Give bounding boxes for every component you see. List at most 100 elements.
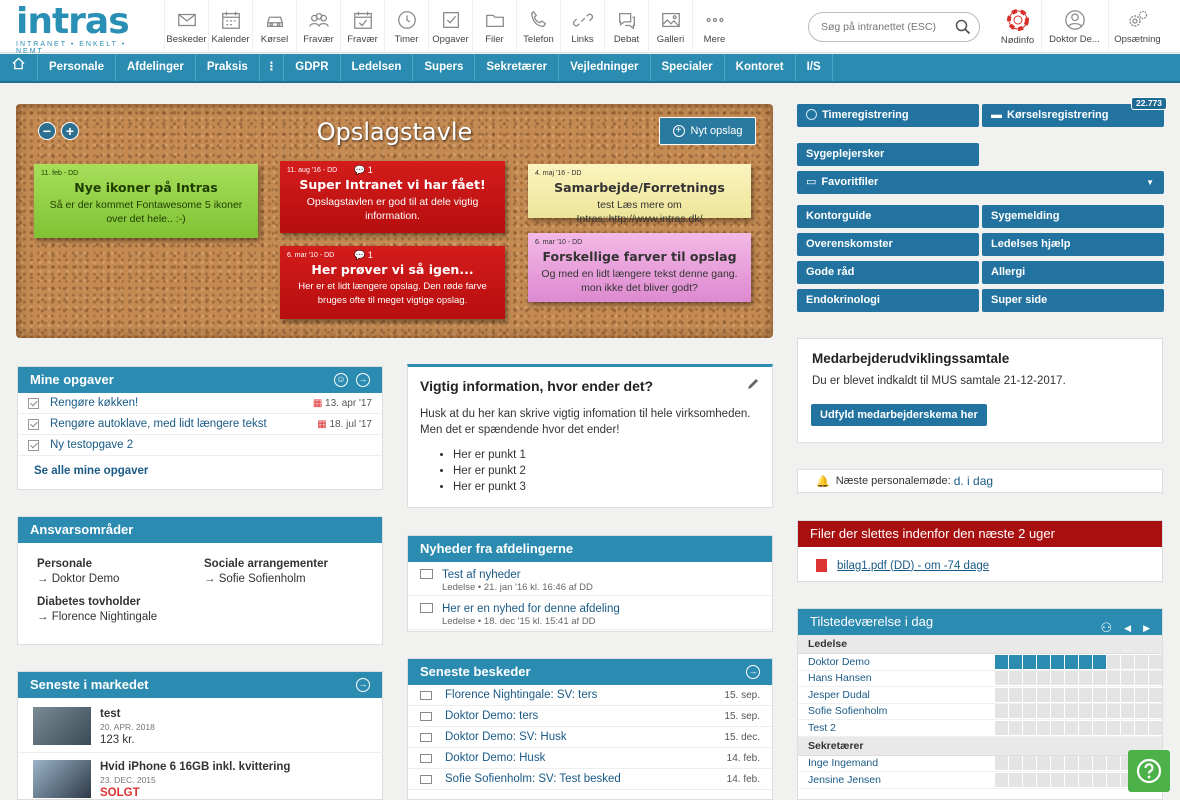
board-note[interactable]: 6. mar '10 - DD 💬 1 Her prøver vi så ige… bbox=[280, 246, 505, 319]
logo-word: intras bbox=[16, 1, 130, 42]
favorite-files-button[interactable]: ▭ Favoritfiler ▼ bbox=[797, 171, 1164, 194]
menu-item[interactable]: Ledelsen bbox=[341, 54, 414, 81]
search-input[interactable] bbox=[821, 21, 956, 33]
menu-more-button[interactable]: ⋮ bbox=[260, 54, 285, 81]
topnav-filer-button[interactable]: Filer bbox=[472, 0, 516, 53]
chevron-down-icon: ▼ bbox=[1146, 178, 1154, 187]
topnav-opgaver-button[interactable]: Opgaver bbox=[428, 0, 472, 53]
news-item[interactable]: Test af nyheder Ledelse • 21. jan '16 kl.… bbox=[408, 562, 772, 596]
chevron-right-icon[interactable]: ▶ bbox=[1143, 615, 1150, 641]
market-item[interactable]: test 20. APR. 2018 123 kr. bbox=[100, 708, 155, 747]
users-icon[interactable]: ⚇ bbox=[1101, 615, 1113, 641]
pencil-icon[interactable] bbox=[746, 377, 760, 391]
quick-link-tile[interactable]: Gode råd bbox=[797, 261, 979, 284]
chevron-left-icon[interactable]: ◀ bbox=[1124, 615, 1131, 641]
board-note[interactable]: 4. maj '16 - DD Samarbejde/Forretnings t… bbox=[528, 164, 751, 225]
emergency-label: Nødinfo bbox=[1000, 34, 1035, 46]
plus-circle-icon: + bbox=[672, 125, 685, 137]
intras-logo[interactable]: intras INTRANET • ENKELT • NEMT bbox=[16, 1, 151, 56]
presence-row[interactable]: Sofie Sofienholm bbox=[798, 704, 1162, 720]
presence-group-header: Sekretærer bbox=[798, 736, 1162, 756]
board-note[interactable]: 11. aug '16 - DD 💬 1 Super Intranet vi h… bbox=[280, 161, 505, 233]
quick-link-tile[interactable]: Ledelses hjælp bbox=[982, 233, 1164, 256]
emergency-info-button[interactable]: Nødinfo bbox=[995, 0, 1040, 53]
board-note[interactable]: 6. mar '10 - DD Forskellige farver til o… bbox=[528, 233, 751, 302]
board-note[interactable]: 11. feb - DD Nye ikoner på Intras Så er … bbox=[34, 164, 258, 238]
market-item-image[interactable] bbox=[33, 707, 91, 745]
menu-item[interactable]: Personale bbox=[38, 54, 116, 81]
topnav-debat-button[interactable]: Debat bbox=[604, 0, 648, 53]
presence-row[interactable]: Inge Ingemand bbox=[798, 756, 1162, 772]
quick-link-tile[interactable]: Allergi bbox=[982, 261, 1164, 284]
task-row[interactable]: Ny testopgave 2 bbox=[18, 435, 382, 456]
message-row[interactable]: Doktor Demo: Husk 14. feb. bbox=[408, 748, 772, 769]
arrow-right-circle-icon[interactable]: → bbox=[356, 373, 370, 387]
file-row[interactable]: bilag1.pdf (DD) - om -74 dage bbox=[816, 559, 989, 572]
quick-link-tile[interactable]: Overenskomster bbox=[797, 233, 979, 256]
note-comment-count: 💬 1 bbox=[354, 250, 373, 260]
topnav-links-button[interactable]: Links bbox=[560, 0, 604, 53]
message-row[interactable]: Doktor Demo: ters 15. sep. bbox=[408, 706, 772, 727]
presence-row[interactable]: Doktor Demo bbox=[798, 654, 1162, 671]
note-comment-count: 💬 1 bbox=[354, 165, 373, 175]
search-box[interactable] bbox=[808, 12, 980, 42]
help-button[interactable] bbox=[1128, 750, 1170, 792]
nurses-button[interactable]: Sygeplejersker bbox=[797, 143, 979, 166]
presence-row[interactable]: Jensine Jensen bbox=[798, 772, 1162, 789]
topnav-fravær-button[interactable]: Fravær bbox=[340, 0, 384, 53]
topnav-label: Kalender bbox=[211, 33, 250, 45]
news-item[interactable]: Her er en nyhed for denne afdeling Ledels… bbox=[408, 596, 772, 630]
quick-link-tile[interactable]: Sygemelding bbox=[982, 205, 1164, 228]
topnav-timer-button[interactable]: Timer bbox=[384, 0, 428, 53]
note-text: Og med en lidt længere tekst denne gang.… bbox=[541, 268, 738, 294]
message-row[interactable]: Florence Nightingale: SV: ters 15. sep. bbox=[408, 685, 772, 706]
market-item[interactable]: Hvid iPhone 6 16GB inkl. kvittering 23. D… bbox=[100, 761, 290, 800]
arrow-right-circle-icon[interactable]: → bbox=[746, 665, 760, 679]
topnav-mere-button[interactable]: Mere bbox=[692, 0, 736, 53]
topnav-kørsel-button[interactable]: Kørsel bbox=[252, 0, 296, 53]
time-registration-button[interactable]: Timeregistrering bbox=[797, 104, 979, 127]
info-bullet: Her er punkt 1 bbox=[453, 447, 772, 463]
quick-link-tile[interactable]: Endokrinologi bbox=[797, 289, 979, 312]
presence-row[interactable]: Test 2 bbox=[798, 720, 1162, 737]
presence-row[interactable]: Jesper Dudal bbox=[798, 687, 1162, 704]
checkbox-icon[interactable] bbox=[28, 439, 39, 451]
user-circle-icon[interactable]: ☺ bbox=[334, 373, 348, 387]
user-menu-button[interactable]: Doktor De... bbox=[1041, 0, 1107, 53]
menu-item[interactable]: Vejledninger bbox=[559, 54, 651, 81]
menu-item[interactable]: Kontoret bbox=[725, 54, 796, 81]
menu-item[interactable]: Supers bbox=[413, 54, 476, 81]
search-icon[interactable] bbox=[955, 19, 971, 35]
home-button[interactable] bbox=[0, 54, 38, 81]
topnav-kalender-button[interactable]: Kalender bbox=[208, 0, 252, 53]
topnav-fravær-button[interactable]: Fravær bbox=[296, 0, 340, 53]
task-row[interactable]: Rengøre autoklave, med lidt længere teks… bbox=[18, 414, 382, 435]
quick-link-tile[interactable]: Super side bbox=[982, 289, 1164, 312]
checkbox-icon[interactable] bbox=[28, 418, 39, 430]
market-item-image[interactable] bbox=[33, 760, 91, 798]
menu-item[interactable]: Sekretærer bbox=[475, 54, 560, 81]
settings-button[interactable]: Opsætning bbox=[1108, 0, 1166, 53]
topnav-label: Kørsel bbox=[260, 33, 289, 45]
menu-item[interactable]: Specialer bbox=[651, 54, 725, 81]
drive-registration-button[interactable]: ▬ Kørselsregistrering 22.773 bbox=[982, 97, 1167, 127]
topnav-galleri-button[interactable]: Galleri bbox=[648, 0, 692, 53]
meeting-link[interactable]: d. i dag bbox=[954, 474, 993, 488]
menu-item[interactable]: Afdelinger bbox=[116, 54, 196, 81]
menu-item[interactable]: GDPR bbox=[284, 54, 341, 81]
folder-icon bbox=[485, 14, 504, 27]
fill-form-button[interactable]: Udfyld medarbejderskema her bbox=[811, 404, 987, 426]
topnav-beskeder-button[interactable]: Beskeder bbox=[164, 0, 208, 53]
message-row[interactable]: Sofie Sofienholm: SV: Test besked 14. feb… bbox=[408, 769, 772, 790]
presence-row[interactable]: Hans Hansen bbox=[798, 671, 1162, 687]
menu-item[interactable]: I/S bbox=[796, 54, 833, 81]
task-row[interactable]: Rengøre køkken! ▦ 13. apr '17 bbox=[18, 393, 382, 414]
topnav-telefon-button[interactable]: Telefon bbox=[516, 0, 560, 53]
message-row[interactable]: Doktor Demo: SV: Husk 15. dec. bbox=[408, 727, 772, 748]
new-post-button[interactable]: + Nyt opslag bbox=[659, 117, 756, 145]
quick-link-tile[interactable]: Kontorguide bbox=[797, 205, 979, 228]
arrow-right-circle-icon[interactable]: → bbox=[356, 678, 370, 692]
menu-item[interactable]: Praksis bbox=[196, 54, 260, 81]
checkbox-icon[interactable] bbox=[28, 397, 39, 409]
see-all-tasks-link[interactable]: Se alle mine opgaver bbox=[18, 456, 382, 486]
